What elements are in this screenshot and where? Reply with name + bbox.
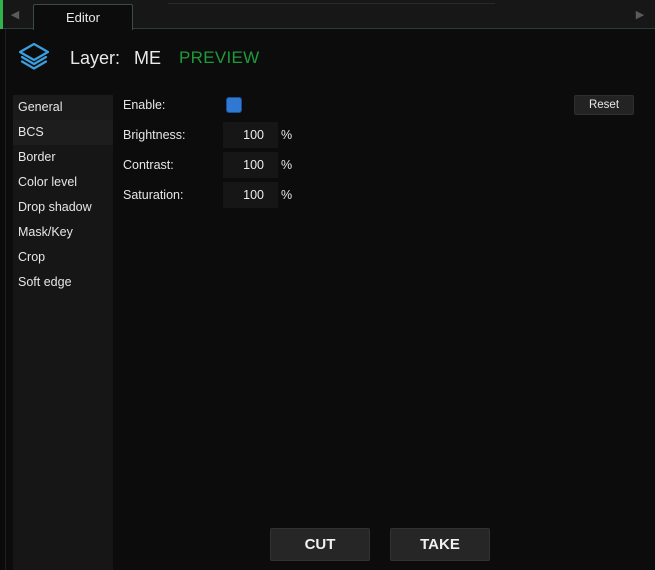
scroll-right-icon[interactable]: ▶ (625, 0, 655, 29)
bcs-panel: Enable: Reset Brightness: 100 % Contrast… (113, 92, 655, 512)
layers-icon (18, 42, 50, 70)
cut-button[interactable]: CUT (270, 528, 370, 561)
left-panel-edge (0, 29, 6, 570)
sidebar-item-crop[interactable]: Crop (13, 245, 113, 270)
saturation-input[interactable]: 100 (223, 182, 278, 208)
saturation-unit: % (281, 188, 293, 202)
enable-row: Enable: (123, 92, 223, 118)
preview-mode-label: PREVIEW (179, 48, 260, 67)
layer-label: Layer: (70, 48, 121, 68)
sidebar-item-color-level[interactable]: Color level (13, 170, 113, 195)
sidebar-item-general[interactable]: General (13, 95, 113, 120)
brightness-unit: % (281, 128, 293, 142)
brightness-row: Brightness: (123, 122, 223, 148)
tab-editor[interactable]: Editor (33, 4, 133, 30)
brightness-label: Brightness: (123, 128, 186, 142)
enable-label: Enable: (123, 98, 166, 112)
contrast-input[interactable]: 100 (223, 152, 278, 178)
sidebar-item-mask-key[interactable]: Mask/Key (13, 220, 113, 245)
scroll-left-icon[interactable]: ◀ (0, 0, 30, 29)
saturation-row: Saturation: (123, 182, 223, 208)
take-button[interactable]: TAKE (390, 528, 490, 561)
editor-header: Layer: ME PREVIEW (6, 30, 655, 88)
effects-sidebar: General BCS Border Color level Drop shad… (13, 95, 113, 570)
layer-name: ME (134, 48, 161, 68)
sidebar-item-drop-shadow[interactable]: Drop shadow (13, 195, 113, 220)
tab-strip: ◀ Editor ▶ (0, 0, 655, 30)
contrast-row: Contrast: (123, 152, 223, 178)
sidebar-item-soft-edge[interactable]: Soft edge (13, 270, 113, 295)
sidebar-item-bcs[interactable]: BCS (13, 120, 113, 145)
contrast-unit: % (281, 158, 293, 172)
sidebar-item-border[interactable]: Border (13, 145, 113, 170)
enable-checkbox[interactable] (226, 97, 242, 113)
reset-button[interactable]: Reset (574, 95, 634, 115)
saturation-label: Saturation: (123, 188, 184, 202)
brightness-input[interactable]: 100 (223, 122, 278, 148)
strip-divider (168, 3, 495, 4)
contrast-label: Contrast: (123, 158, 174, 172)
